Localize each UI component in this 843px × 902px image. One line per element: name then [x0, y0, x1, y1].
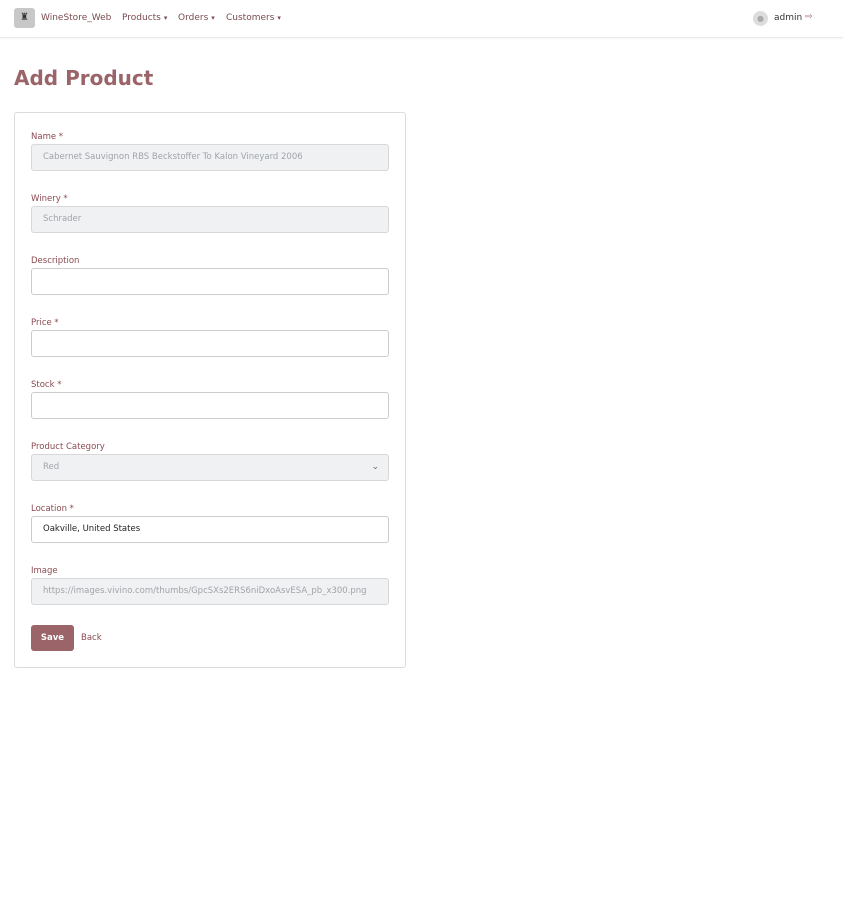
description-label: Description	[31, 256, 80, 266]
winery-input[interactable]: Schrader	[31, 206, 389, 233]
winery-field: Winery * Schrader	[31, 194, 389, 233]
chevron-down-icon: ⌄	[371, 462, 379, 472]
stock-input[interactable]	[31, 392, 389, 419]
location-field: Location * Oakville, United States	[31, 504, 389, 543]
image-label: Image	[31, 566, 58, 576]
wine-logo-icon[interactable]: ♜	[14, 8, 35, 28]
name-input[interactable]: Cabernet Sauvignon RBS Beckstoffer To Ka…	[31, 144, 389, 171]
chevron-down-icon: ▾	[211, 14, 215, 22]
image-field: Image https://images.vivino.com/thumbs/G…	[31, 566, 389, 605]
menu-label: Customers	[226, 13, 275, 23]
stock-field: Stock *	[31, 380, 389, 419]
chevron-down-icon: ▾	[277, 14, 281, 22]
category-select[interactable]: Red ⌄	[31, 454, 389, 481]
chevron-down-icon: ▾	[163, 14, 168, 22]
price-field: Price *	[31, 318, 389, 357]
menu-orders[interactable]: Orders ▾	[178, 13, 215, 23]
product-form: Name * Cabernet Sauvignon RBS Beckstoffe…	[14, 112, 406, 668]
page-title: Add Product	[14, 66, 154, 90]
logout-icon[interactable]: ⇨	[805, 12, 813, 22]
category-label: Product Category	[31, 442, 105, 452]
image-input[interactable]: https://images.vivino.com/thumbs/GpcSXs2…	[31, 578, 389, 605]
stock-label: Stock *	[31, 380, 62, 390]
menu-customers[interactable]: Customers ▾	[226, 13, 281, 23]
category-field: Product Category Red ⌄	[31, 442, 389, 481]
price-label: Price *	[31, 318, 59, 328]
description-input[interactable]	[31, 268, 389, 295]
name-field: Name * Cabernet Sauvignon RBS Beckstoffe…	[31, 132, 389, 171]
brand-link[interactable]: WineStore_Web	[41, 13, 111, 23]
back-link[interactable]: Back	[81, 633, 102, 643]
location-label: Location *	[31, 504, 74, 514]
description-field: Description	[31, 256, 389, 295]
menu-label: Orders	[178, 13, 209, 23]
user-icon: ●	[753, 11, 768, 26]
save-button[interactable]: Save	[31, 625, 74, 651]
menu-label: Products	[122, 13, 161, 23]
menu-products[interactable]: Products ▾	[122, 13, 167, 23]
winery-label: Winery *	[31, 194, 68, 204]
navbar: ♜ WineStore_Web Products ▾ Orders ▾ Custom…	[0, 0, 843, 38]
location-input[interactable]: Oakville, United States	[31, 516, 389, 543]
name-label: Name *	[31, 132, 64, 142]
username[interactable]: admin	[774, 13, 802, 23]
category-value: Red	[43, 462, 60, 472]
price-input[interactable]	[31, 330, 389, 357]
